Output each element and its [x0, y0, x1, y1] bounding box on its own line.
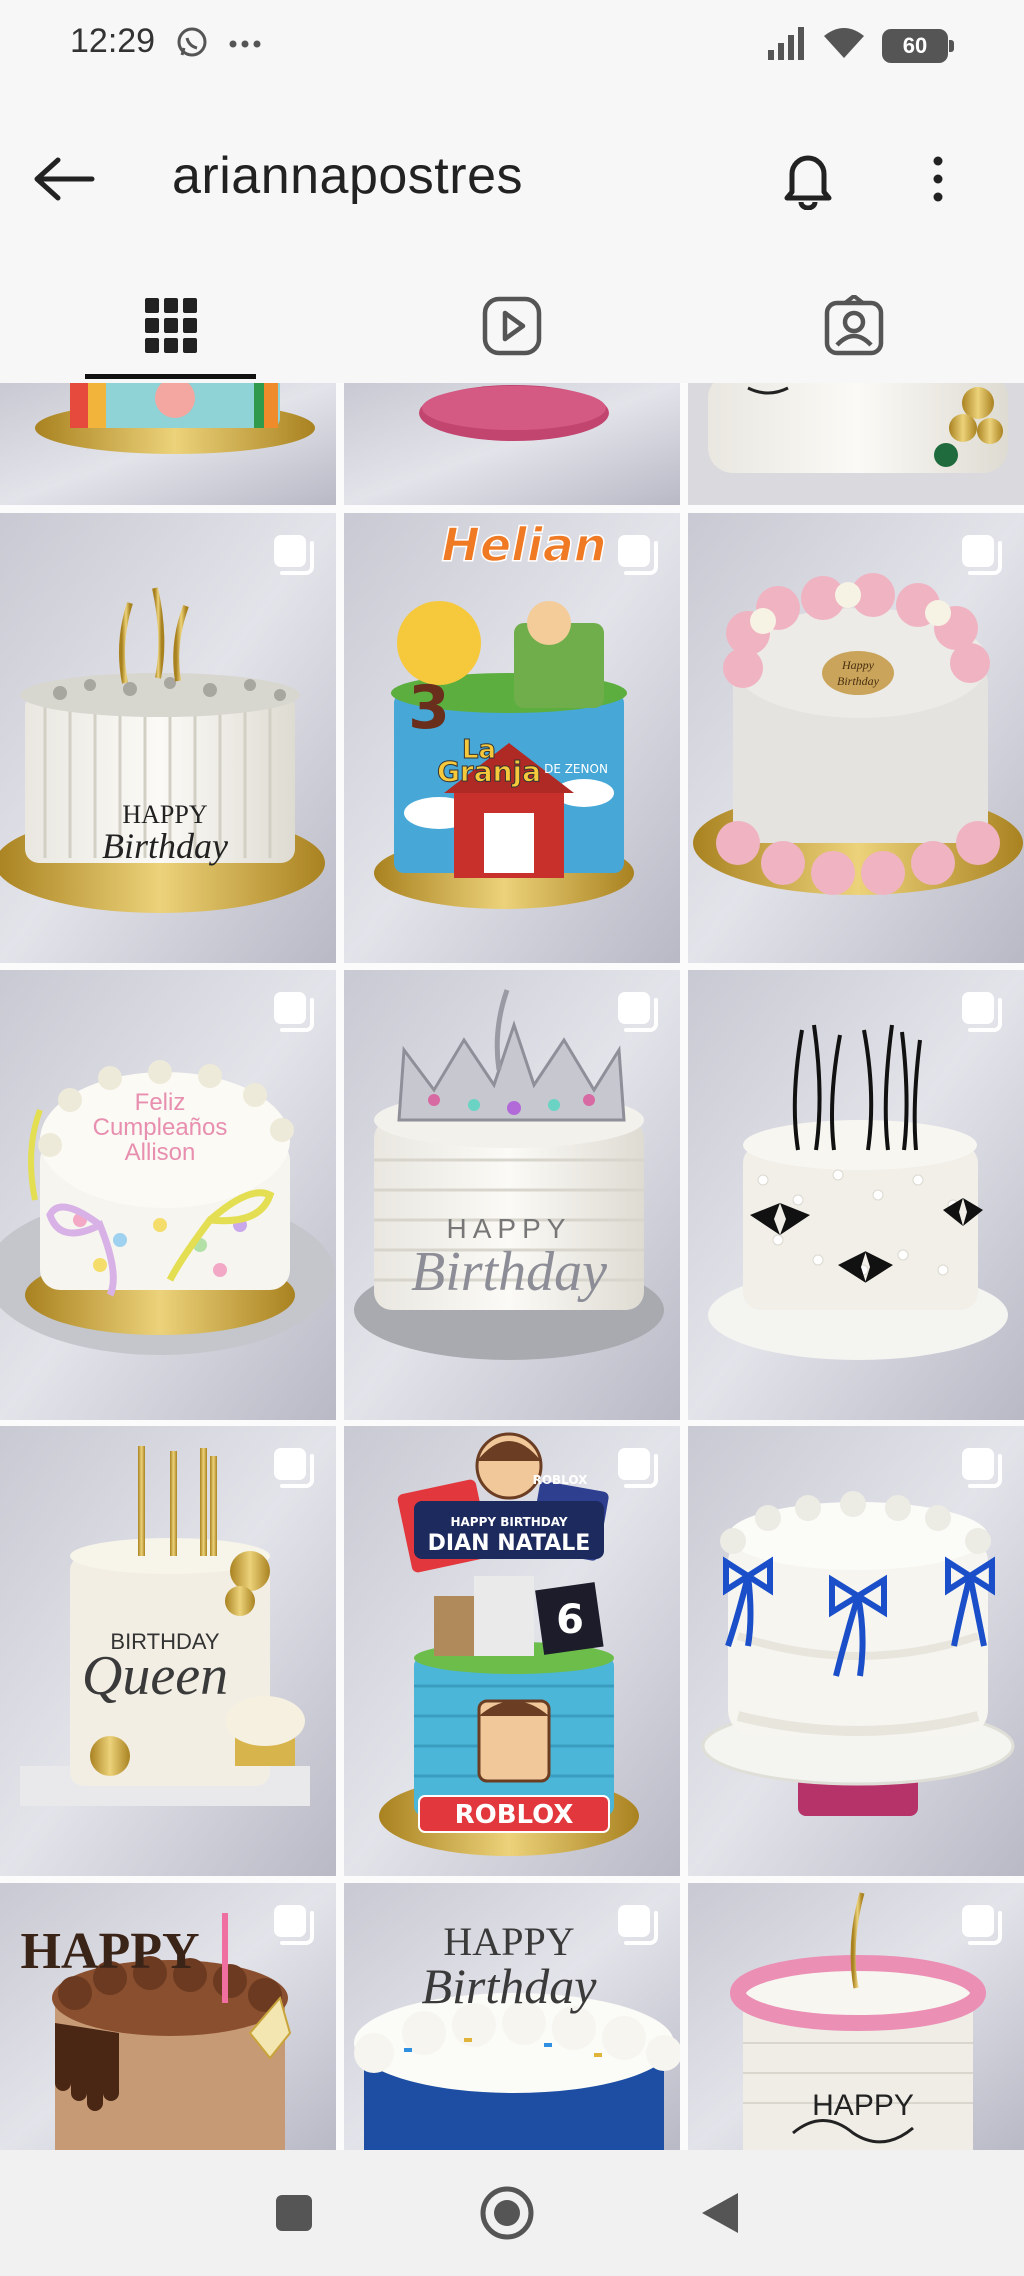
post-tile[interactable]: HAPPY Birthday — [0, 513, 336, 963]
selected-tab-indicator — [85, 374, 256, 379]
back-triangle-icon — [702, 2193, 738, 2233]
more-dots-icon — [228, 36, 262, 54]
post-tile[interactable]: Feliz Cumpleaños Allison — [0, 970, 336, 1420]
posts-grid: HAPPY Birthday Helian 3 La Granja DE ZEN… — [0, 383, 1024, 2150]
tab-grid[interactable] — [0, 268, 341, 383]
cake-topper-text: Birthday — [411, 1241, 607, 1303]
back-button[interactable] — [24, 136, 104, 222]
post-tile[interactable]: BIRTHDAY Queen — [0, 1426, 336, 1876]
cake-topper-text: HAPPY — [20, 1923, 199, 1980]
page-title: ariannapostres — [172, 147, 523, 205]
profile-tabs — [0, 268, 1024, 383]
home-circle-icon — [480, 2186, 534, 2240]
more-vertical-icon — [933, 156, 943, 202]
cake-topper-text: 6 — [556, 1597, 584, 1643]
carousel-icon — [960, 990, 1004, 1034]
tab-tagged[interactable] — [683, 268, 1024, 383]
carousel-icon — [272, 533, 316, 577]
post-tile[interactable]: HAPPY Birthday — [344, 970, 680, 1420]
carousel-icon — [616, 1446, 660, 1490]
post-tile[interactable]: Happy Birthday — [688, 513, 1024, 963]
recents-button[interactable] — [254, 2180, 334, 2246]
post-tile[interactable] — [688, 970, 1024, 1420]
cake-topper-text: HAPPY — [812, 2089, 914, 2122]
cake-topper-text: ROBLOX — [533, 1473, 589, 1487]
home-button[interactable] — [467, 2180, 547, 2246]
carousel-icon — [272, 1903, 316, 1947]
carousel-icon — [616, 1903, 660, 1947]
tagged-icon — [824, 294, 883, 355]
cake-topper-text: HAPPY BIRTHDAY — [450, 1515, 567, 1529]
cake-topper-text: Queen — [82, 1645, 228, 1707]
more-options-button[interactable] — [908, 136, 968, 222]
bell-icon — [784, 155, 832, 210]
tab-reels[interactable] — [341, 268, 682, 383]
cake-topper-text: Happy — [841, 658, 875, 672]
carousel-icon — [960, 1903, 1004, 1947]
post-tile[interactable] — [344, 383, 680, 505]
cake-topper-text: Birthday — [102, 826, 228, 866]
post-tile[interactable]: HAPPY — [688, 1883, 1024, 2150]
post-tile[interactable]: ROBLOX HAPPY BIRTHDAY DIAN NATALE 6 ROBL… — [344, 1426, 680, 1876]
cake-topper-text: DE ZENON — [544, 762, 608, 776]
status-time: 12:29 — [70, 22, 156, 60]
reels-icon — [482, 296, 541, 355]
cake-topper-text: Birthday — [837, 674, 880, 688]
post-tile[interactable]: HAPPY — [0, 1883, 336, 2150]
cake-topper-text: Feliz — [135, 1089, 186, 1116]
battery-icon: 60 — [882, 28, 954, 63]
cake-topper-text: Cumpleaños — [93, 1114, 228, 1141]
back-arrow-icon — [34, 157, 95, 201]
whatsapp-icon — [174, 24, 210, 65]
signal-icon — [766, 26, 806, 65]
post-tile[interactable]: HAPPY Birthday — [344, 1883, 680, 2150]
cake-topper-text: ROBLOX — [455, 1800, 574, 1830]
system-nav-bar — [0, 2150, 1024, 2276]
post-tile[interactable]: Helian 3 La Granja DE ZENON — [344, 513, 680, 963]
cake-topper-text: Allison — [125, 1139, 196, 1166]
notifications-button[interactable] — [768, 136, 848, 222]
cake-topper-text: HAPPY — [447, 1213, 572, 1244]
wifi-icon — [822, 26, 866, 65]
post-tile[interactable] — [688, 383, 1024, 505]
cake-topper-text: HAPPY — [122, 800, 207, 829]
post-tile[interactable] — [688, 1426, 1024, 1876]
carousel-icon — [616, 990, 660, 1034]
carousel-icon — [272, 990, 316, 1034]
carousel-icon — [960, 1446, 1004, 1490]
cake-topper-text: Birthday — [422, 1958, 598, 2014]
carousel-icon — [616, 533, 660, 577]
status-notification-icons — [174, 24, 262, 65]
grid-icon — [144, 297, 197, 353]
status-bar: 12:29 60 — [0, 0, 1024, 92]
post-tile[interactable] — [0, 383, 336, 505]
profile-header: ariannapostres — [0, 92, 1024, 268]
cake-topper-text: Helian — [441, 518, 606, 572]
back-nav-button[interactable] — [680, 2180, 760, 2246]
cake-topper-text: DIAN NATALE — [428, 1531, 591, 1556]
recents-square-icon — [276, 2195, 312, 2231]
cake-topper-text: Granja — [437, 755, 541, 788]
carousel-icon — [272, 1446, 316, 1490]
cake-topper-text: 3 — [408, 673, 450, 743]
status-system-icons: 60 — [766, 26, 954, 65]
carousel-icon — [960, 533, 1004, 577]
